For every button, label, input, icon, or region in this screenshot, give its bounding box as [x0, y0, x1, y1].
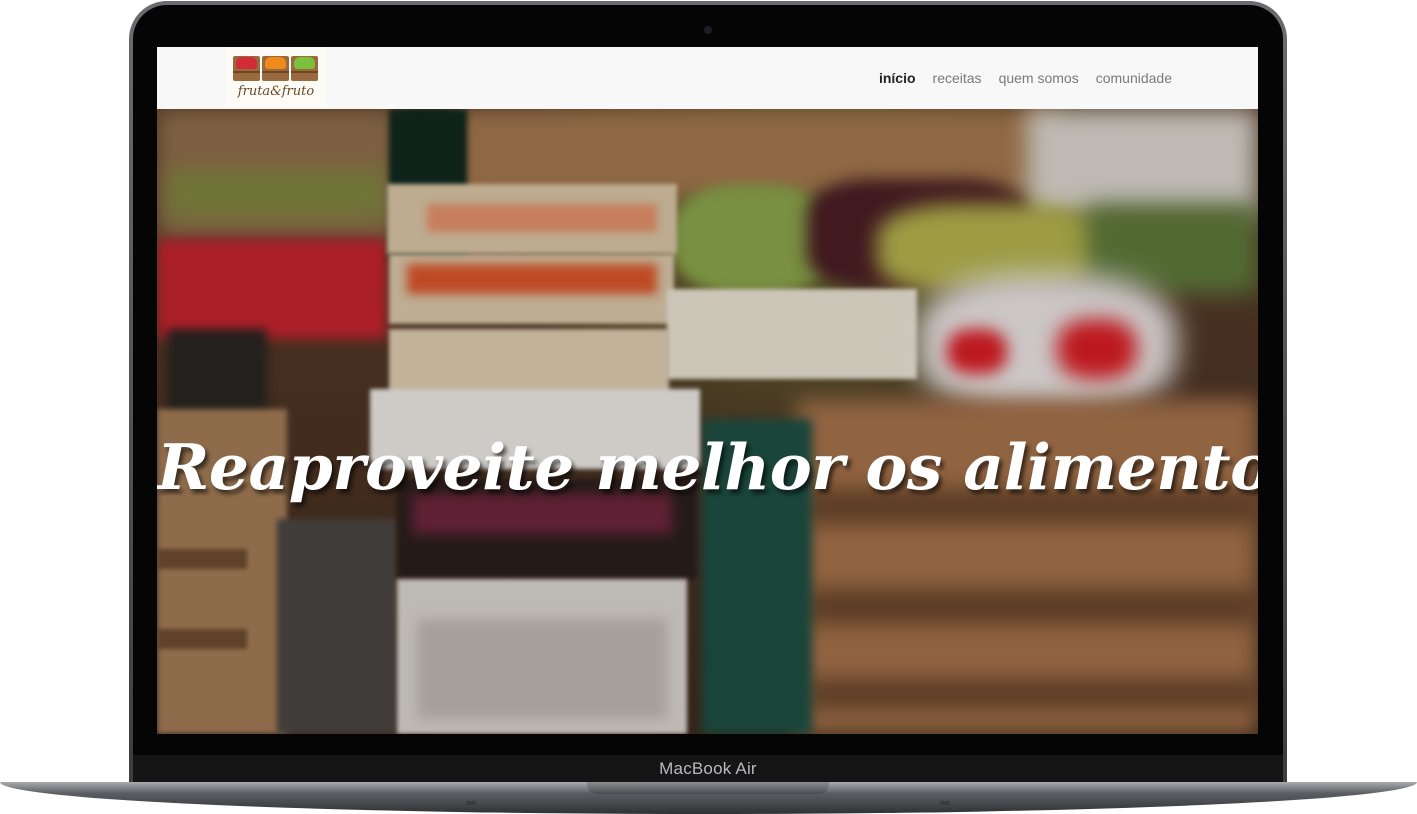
crate-icon-orange: [262, 56, 289, 81]
webcam-icon: [704, 26, 712, 34]
laptop-mockup: fruta&fruto início receitas quem somos c…: [0, 0, 1417, 814]
nav-item-inicio[interactable]: início: [879, 70, 916, 86]
laptop-hinge-notch: [587, 782, 829, 794]
site-logo[interactable]: fruta&fruto: [226, 47, 326, 107]
laptop-chin: MacBook Air: [133, 755, 1283, 783]
device-label: MacBook Air: [659, 759, 757, 778]
laptop-foot: [466, 801, 476, 805]
crate-icon-red: [233, 56, 260, 81]
main-nav: início receitas quem somos comunidade: [879, 47, 1172, 109]
nav-item-quem-somos[interactable]: quem somos: [999, 70, 1079, 86]
nav-item-comunidade[interactable]: comunidade: [1096, 70, 1172, 86]
nav-item-receitas[interactable]: receitas: [933, 70, 982, 86]
hero-headline: Reaproveite melhor os alimentos!: [157, 430, 1258, 505]
laptop-screen: fruta&fruto início receitas quem somos c…: [157, 47, 1258, 734]
site-navbar: fruta&fruto início receitas quem somos c…: [157, 47, 1258, 109]
laptop-foot: [940, 801, 950, 805]
hero-image-overlay: [157, 109, 1258, 734]
hero-banner: Reaproveite melhor os alimentos!: [157, 109, 1258, 734]
logo-wordmark: fruta&fruto: [237, 84, 315, 99]
crate-icon-green: [291, 56, 318, 81]
